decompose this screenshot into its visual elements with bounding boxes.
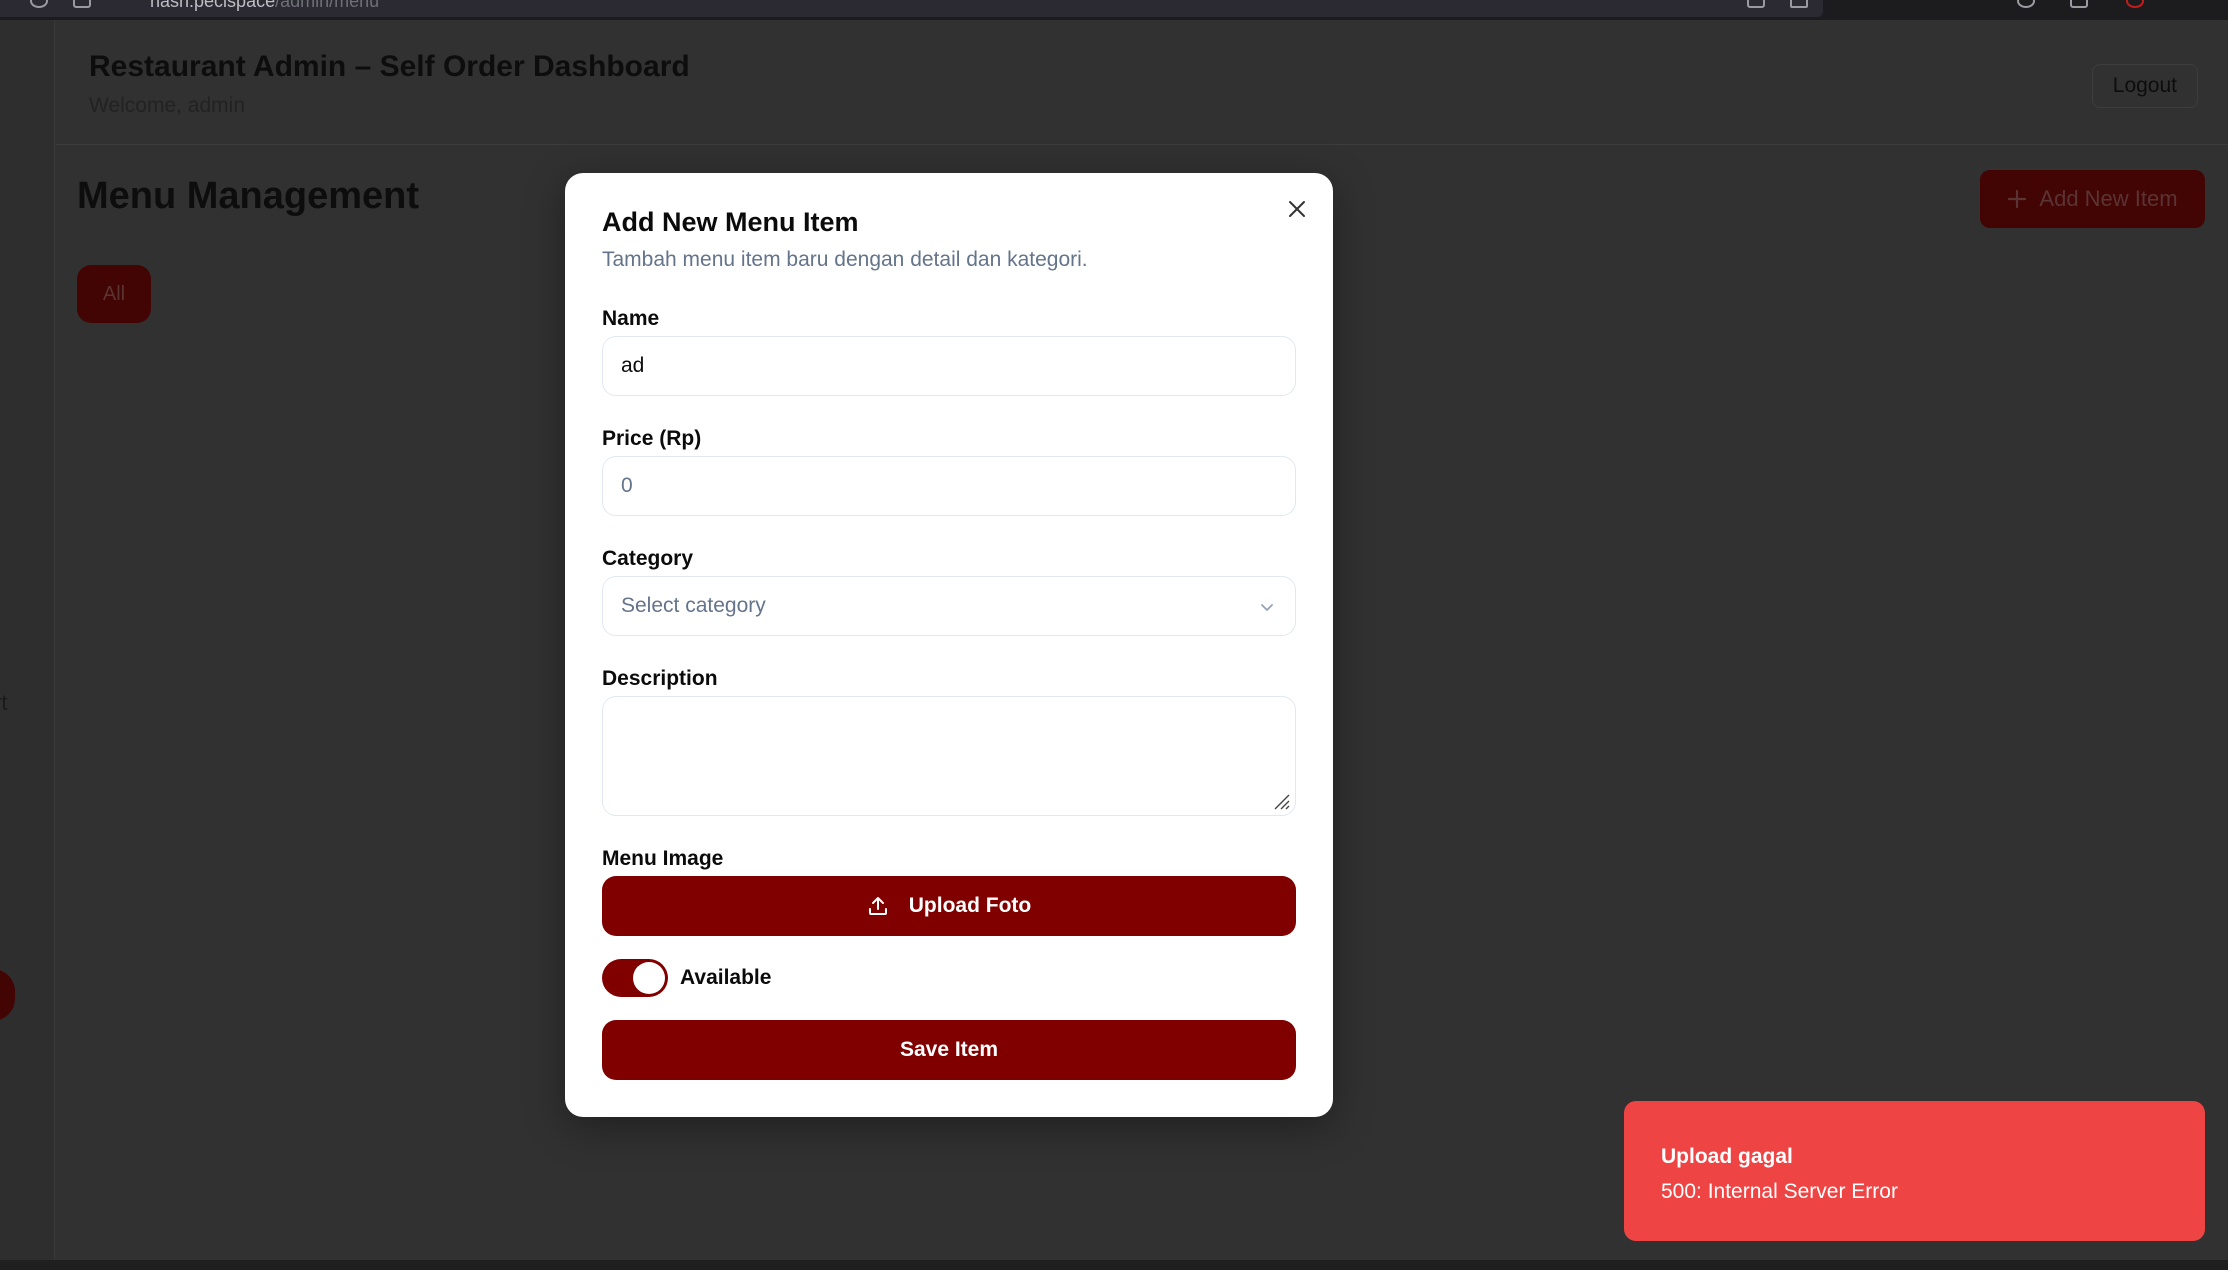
chevron-down-icon bbox=[1261, 604, 1273, 611]
logout-button[interactable]: Logout bbox=[2091, 64, 2198, 108]
category-label: Category bbox=[602, 547, 694, 570]
page-icon bbox=[73, 0, 91, 8]
header: Restaurant Admin – Self Order Dashboard … bbox=[56, 20, 2228, 145]
close-icon bbox=[1289, 201, 1305, 217]
reader-icon[interactable] bbox=[1747, 0, 1765, 8]
category-select[interactable]: Select category bbox=[602, 576, 1296, 636]
sidebar-item-label[interactable]: rt bbox=[0, 690, 7, 716]
address-bar[interactable]: nash.pecispace/admin/menu bbox=[0, 0, 1823, 17]
welcome-text: Welcome, admin bbox=[89, 94, 246, 117]
shield-icon bbox=[30, 0, 48, 8]
menu-image-label: Menu Image bbox=[602, 847, 724, 870]
browser-toolbar: nash.pecispace/admin/menu bbox=[0, 0, 2228, 20]
add-menu-item-dialog: Add New Menu Item Tambah menu item baru … bbox=[565, 173, 1333, 1117]
page-title: Menu Management bbox=[77, 175, 420, 217]
description-textarea[interactable] bbox=[602, 696, 1296, 816]
upload-photo-button[interactable]: Upload Foto bbox=[602, 876, 1296, 936]
bookmark-icon[interactable] bbox=[1790, 0, 1808, 8]
window-icon[interactable] bbox=[2070, 0, 2088, 8]
upload-photo-label: Upload Foto bbox=[908, 894, 1032, 917]
toast-title: Upload gagal bbox=[1661, 1145, 1793, 1168]
app-title: Restaurant Admin – Self Order Dashboard bbox=[89, 50, 690, 83]
name-input[interactable]: ad bbox=[602, 336, 1296, 396]
bottom-edge bbox=[0, 1260, 2228, 1270]
save-item-button[interactable]: Save Item bbox=[602, 1020, 1296, 1080]
description-label: Description bbox=[602, 667, 718, 690]
available-label: Available bbox=[680, 966, 772, 989]
filter-all-button[interactable]: All bbox=[77, 265, 151, 323]
sidebar: rt bbox=[0, 20, 55, 1260]
price-input[interactable]: 0 bbox=[602, 456, 1296, 516]
category-select-value: Select category bbox=[621, 594, 766, 617]
add-new-item-button[interactable]: Add New Item bbox=[1980, 170, 2205, 228]
close-button[interactable] bbox=[1285, 197, 1309, 221]
dialog-title: Add New Menu Item bbox=[602, 207, 859, 237]
url-text: nash.pecispace/admin/menu bbox=[150, 0, 380, 11]
sidebar-active-item[interactable] bbox=[0, 969, 15, 1021]
upload-icon bbox=[868, 897, 887, 915]
available-toggle[interactable] bbox=[602, 959, 668, 997]
profile-icon[interactable] bbox=[2126, 0, 2144, 8]
resize-handle-icon[interactable] bbox=[1271, 791, 1291, 811]
toast-message: 500: Internal Server Error bbox=[1661, 1180, 1898, 1203]
extensions-icon[interactable] bbox=[2017, 0, 2035, 8]
error-toast[interactable]: Upload gagal 500: Internal Server Error bbox=[1624, 1101, 2205, 1241]
dialog-subtitle: Tambah menu item baru dengan detail dan … bbox=[602, 248, 1088, 271]
name-label: Name bbox=[602, 307, 660, 330]
price-label: Price (Rp) bbox=[602, 427, 702, 450]
add-new-item-label: Add New Item bbox=[2039, 186, 2178, 211]
plus-icon bbox=[2008, 189, 2027, 209]
toggle-knob bbox=[633, 962, 665, 994]
